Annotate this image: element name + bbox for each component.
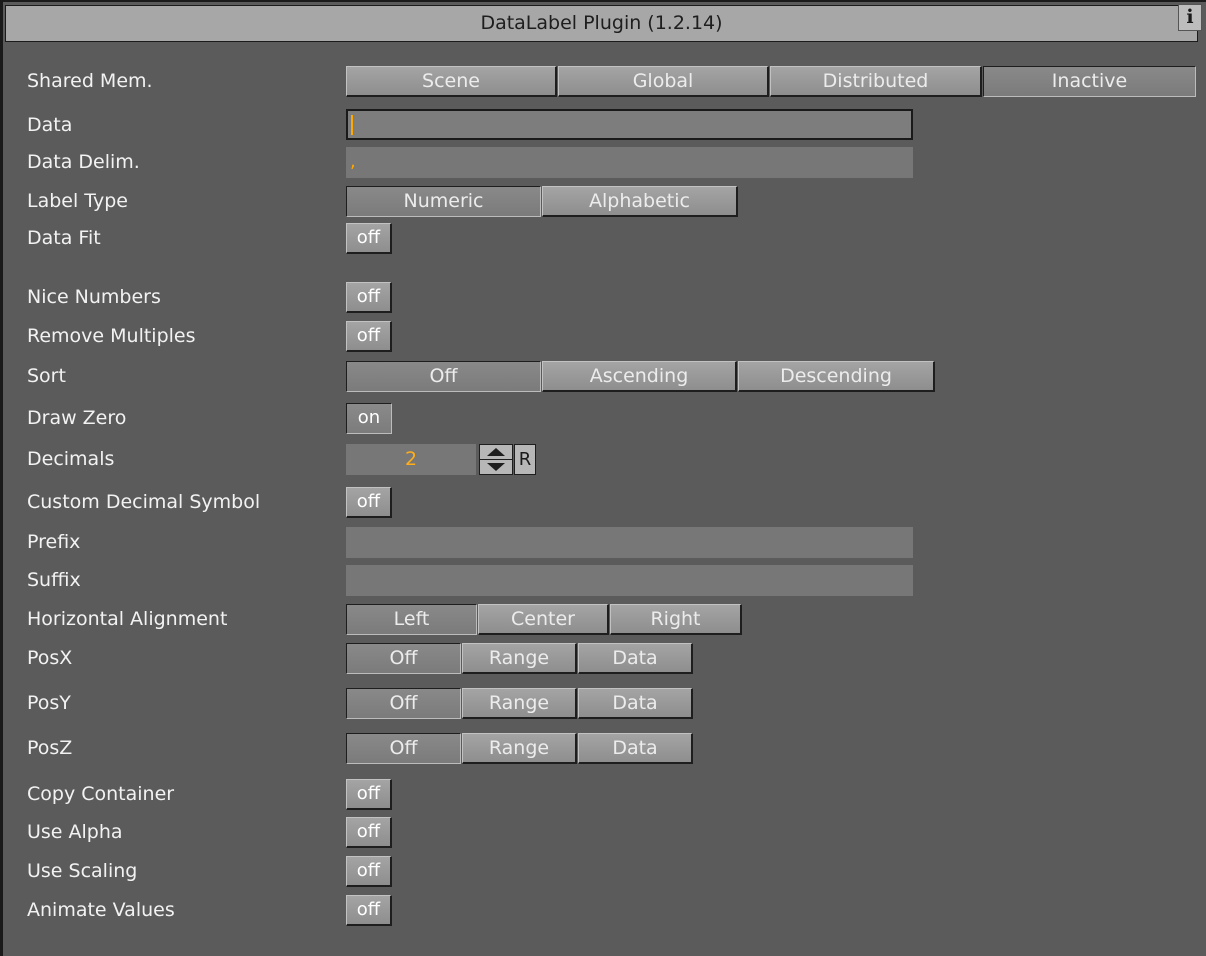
data-delim-value: , — [350, 151, 356, 172]
suffix-input[interactable] — [346, 565, 913, 596]
sort-ascending-button[interactable]: Ascending — [542, 361, 737, 392]
prefix-label: Prefix — [27, 531, 81, 553]
sort-off-button[interactable]: Off — [346, 361, 541, 392]
data-fit-toggle[interactable]: off — [346, 223, 392, 254]
copy-container-toggle[interactable]: off — [346, 779, 392, 810]
animate-values-label: Animate Values — [27, 899, 175, 921]
data-delim-label: Data Delim. — [27, 151, 140, 173]
sort-label: Sort — [27, 365, 66, 387]
data-input[interactable] — [346, 109, 913, 140]
align-center-button[interactable]: Center — [478, 604, 609, 635]
suffix-label: Suffix — [27, 569, 81, 591]
shared-mem-label: Shared Mem. — [27, 70, 153, 92]
posz-label: PosZ — [27, 737, 73, 759]
custom-decimal-symbol-label: Custom Decimal Symbol — [27, 491, 261, 513]
shared-mem-distributed-button[interactable]: Distributed — [770, 66, 982, 97]
decimals-input[interactable]: 2 — [346, 444, 476, 475]
posy-data-button[interactable]: Data — [578, 688, 693, 719]
posz-range-button[interactable]: Range — [462, 733, 577, 764]
posz-off-button[interactable]: Off — [346, 733, 461, 764]
posx-data-button[interactable]: Data — [578, 643, 693, 674]
info-icon[interactable]: i — [1178, 4, 1202, 31]
posz-data-button[interactable]: Data — [578, 733, 693, 764]
data-label: Data — [27, 114, 73, 136]
label-type-label: Label Type — [27, 190, 128, 212]
posy-range-button[interactable]: Range — [462, 688, 577, 719]
align-left-button[interactable]: Left — [346, 604, 477, 635]
panel-title: DataLabel Plugin (1.2.14) — [5, 5, 1198, 42]
stepper-down-button[interactable] — [480, 460, 512, 474]
posy-off-button[interactable]: Off — [346, 688, 461, 719]
sort-descending-button[interactable]: Descending — [738, 361, 935, 392]
use-scaling-toggle[interactable]: off — [346, 856, 392, 887]
use-scaling-label: Use Scaling — [27, 860, 138, 882]
posx-range-button[interactable]: Range — [462, 643, 577, 674]
remove-multiples-toggle[interactable]: off — [346, 321, 392, 352]
nice-numbers-label: Nice Numbers — [27, 286, 161, 308]
draw-zero-label: Draw Zero — [27, 407, 127, 429]
arrow-up-icon — [487, 448, 505, 456]
copy-container-label: Copy Container — [27, 783, 175, 805]
label-type-numeric-button[interactable]: Numeric — [346, 186, 541, 217]
nice-numbers-toggle[interactable]: off — [346, 282, 392, 313]
horizontal-alignment-label: Horizontal Alignment — [27, 608, 228, 630]
use-alpha-toggle[interactable]: off — [346, 817, 392, 848]
data-delim-input[interactable]: , — [346, 147, 913, 178]
custom-decimal-symbol-toggle[interactable]: off — [346, 487, 392, 518]
label-type-alphabetic-button[interactable]: Alphabetic — [542, 186, 738, 217]
decimals-reset-button[interactable]: R — [514, 444, 536, 475]
shared-mem-inactive-button[interactable]: Inactive — [983, 66, 1196, 97]
shared-mem-scene-button[interactable]: Scene — [346, 66, 557, 97]
posx-label: PosX — [27, 647, 73, 669]
prefix-input[interactable] — [346, 527, 913, 558]
plugin-panel — [0, 0, 1206, 956]
decimals-label: Decimals — [27, 448, 115, 470]
data-fit-label: Data Fit — [27, 227, 101, 249]
animate-values-toggle[interactable]: off — [346, 895, 392, 926]
draw-zero-toggle[interactable]: on — [346, 403, 392, 434]
shared-mem-global-button[interactable]: Global — [558, 66, 769, 97]
posx-off-button[interactable]: Off — [346, 643, 461, 674]
decimals-stepper[interactable] — [479, 444, 513, 475]
posy-label: PosY — [27, 692, 71, 714]
align-right-button[interactable]: Right — [610, 604, 742, 635]
use-alpha-label: Use Alpha — [27, 821, 123, 843]
remove-multiples-label: Remove Multiples — [27, 325, 196, 347]
text-caret — [351, 115, 353, 135]
stepper-up-button[interactable] — [480, 445, 512, 460]
arrow-down-icon — [487, 463, 505, 471]
